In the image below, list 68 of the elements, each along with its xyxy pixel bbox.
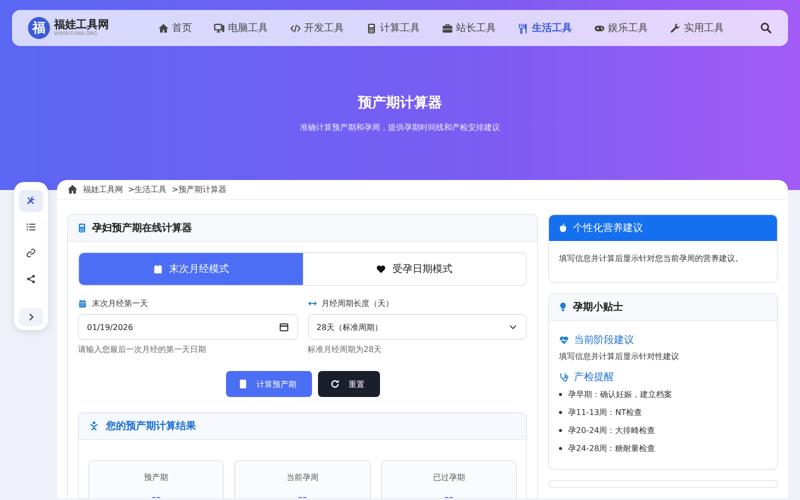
field-hint: 标准月经周期为28天	[308, 344, 383, 355]
home-icon	[67, 184, 78, 195]
bullet-icon	[559, 429, 562, 432]
baby-icon	[89, 421, 99, 431]
select-field[interactable]: 28天（标准周期）	[308, 314, 527, 340]
list-item: 孕11-13周：NT检查	[568, 407, 642, 418]
date-field[interactable]: 01/19/2026	[78, 314, 298, 340]
monitor-icon	[214, 22, 225, 34]
expand-button[interactable]	[19, 308, 43, 326]
calculate-button[interactable]: 计算预产期	[226, 371, 312, 397]
nav-link[interactable]: 实用工具	[670, 21, 724, 35]
double-arrow-icon	[308, 298, 316, 308]
sidebar-button[interactable]	[19, 190, 43, 212]
list-item: 孕早期：确认妊娠，建立档案	[568, 389, 672, 400]
result-title: 您的预产期计算结果	[106, 420, 196, 433]
stethoscope-icon	[559, 372, 569, 382]
nav-link[interactable]: 生活工具	[518, 21, 572, 35]
breadcrumb-link[interactable]: 福娃工具网	[83, 184, 123, 195]
calendar-icon	[78, 298, 87, 308]
heart-icon	[376, 264, 386, 274]
nav-link[interactable]: 首页	[158, 21, 192, 35]
result-label: 已过孕期	[432, 472, 466, 483]
tools-icon	[26, 196, 36, 206]
field-label: 末次月经第一天	[92, 298, 148, 308]
list-icon	[26, 222, 36, 232]
nutrition-text: 填写信息并计算后显示针对您当前孕周的营养建议。	[559, 253, 744, 264]
calendar-icon	[278, 322, 288, 332]
breadcrumb-link[interactable]: >预产期计算器	[172, 184, 226, 195]
site-name[interactable]: 福娃工具网	[54, 19, 109, 30]
bullet-icon	[559, 393, 562, 396]
mode-tab[interactable]: 末次月经模式	[79, 253, 302, 285]
wrench-icon	[670, 22, 681, 34]
tip-text: 填写信息并计算后显示针对性建议	[559, 351, 680, 362]
nav-link[interactable]: 计算工具	[366, 21, 420, 35]
search-icon[interactable]	[760, 22, 772, 34]
bullet-icon	[559, 447, 562, 450]
nav-link[interactable]: 电脑工具	[214, 21, 268, 35]
share-icon	[26, 274, 36, 284]
list-item: 孕20-24周：大排畸检查	[568, 425, 656, 436]
breadcrumb-link[interactable]: >生活工具	[128, 184, 167, 195]
list-item: 孕24-28周：糖耐量检查	[568, 443, 656, 454]
redo-icon	[330, 379, 340, 389]
code-icon	[290, 22, 301, 34]
utensils-icon	[518, 22, 529, 34]
apple-icon	[558, 223, 568, 233]
field-label: 月经周期长度（天）	[322, 298, 394, 308]
section-heading: 当前阶段建议	[574, 334, 634, 348]
nav-link[interactable]: 站长工具	[442, 21, 496, 35]
nav-link[interactable]: 娱乐工具	[594, 21, 648, 35]
bullet-icon	[559, 411, 562, 414]
link-icon	[26, 248, 36, 258]
page-title: 预产期计算器	[356, 94, 443, 112]
toolbox-icon	[442, 22, 453, 34]
section-heading: 产检提醒	[574, 370, 614, 384]
result-label: 预产期	[143, 472, 170, 483]
calendar-icon	[152, 264, 163, 274]
heart-pulse-icon	[559, 335, 569, 346]
card-title: 孕妇预产期在线计算器	[92, 222, 192, 235]
lightbulb-icon	[558, 302, 568, 312]
field-hint: 请输入您最后一次月经的第一天日期	[78, 344, 207, 355]
nav-link[interactable]: 开发工具	[290, 21, 344, 35]
result-label: 当前孕周	[285, 472, 320, 483]
page-subtitle: 准确计算预产期和孕周，提供孕期时间线和产检安排建议	[299, 122, 501, 133]
home-icon	[158, 22, 169, 34]
reset-button[interactable]: 重置	[318, 371, 380, 397]
card-title: 个性化营养建议	[573, 222, 643, 235]
card-title: 孕期小贴士	[573, 300, 623, 314]
logo-icon[interactable]: 福	[28, 17, 50, 39]
